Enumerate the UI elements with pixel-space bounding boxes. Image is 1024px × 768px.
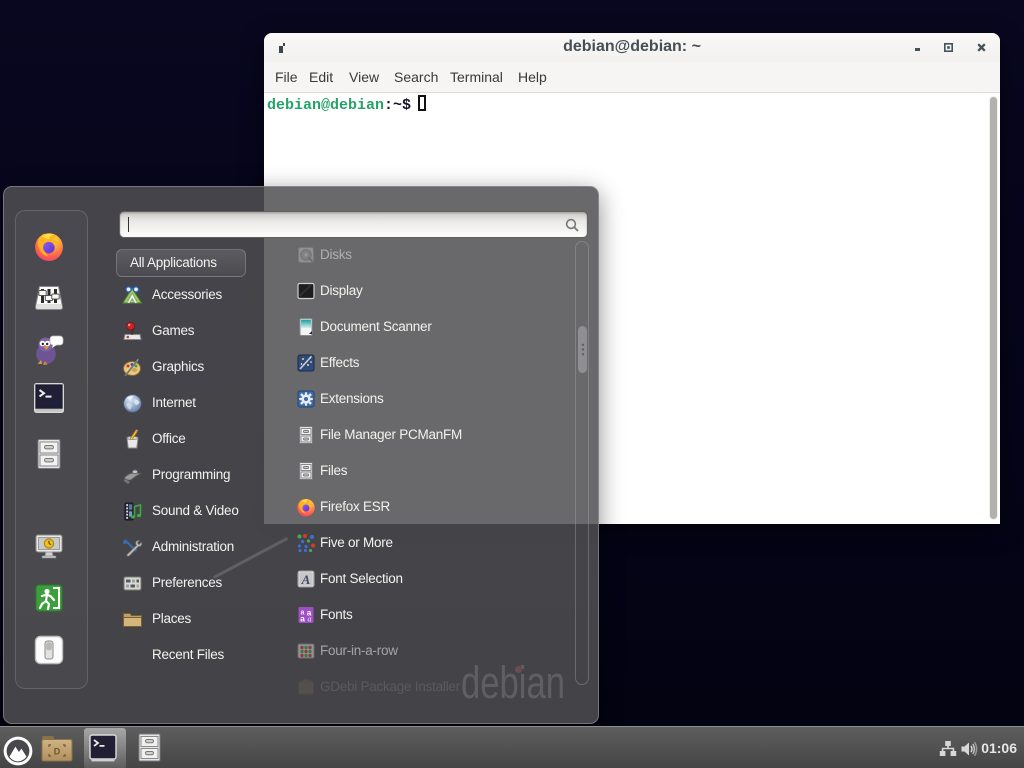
svg-text:D: D — [54, 747, 61, 757]
svg-text:a: a — [300, 614, 305, 624]
svg-text:a: a — [308, 615, 312, 624]
svg-text:A: A — [301, 572, 311, 587]
